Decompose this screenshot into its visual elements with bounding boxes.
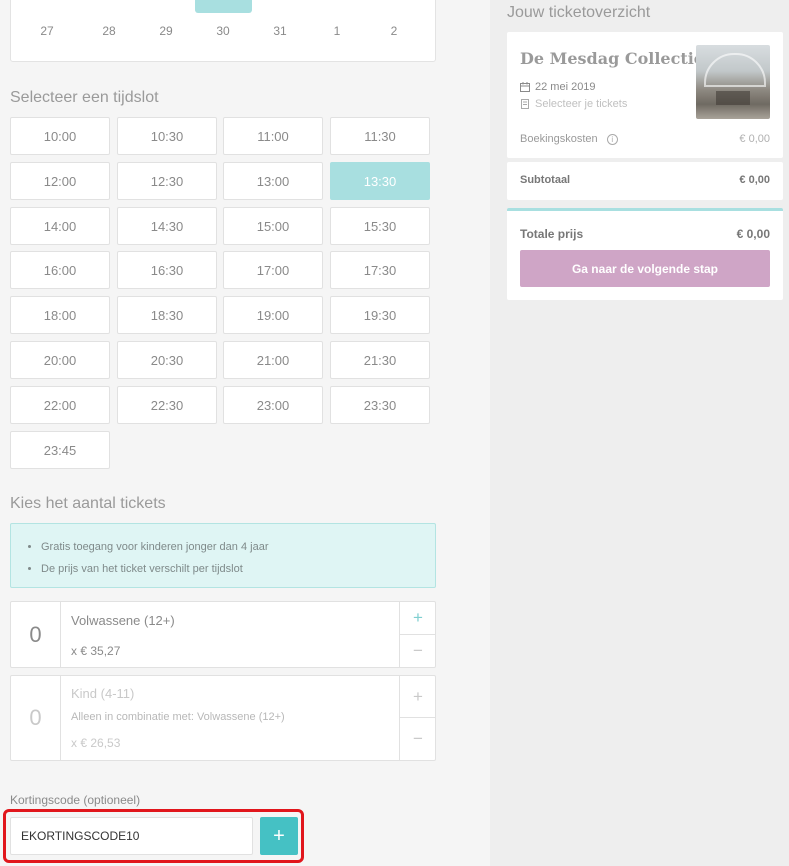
calendar-day[interactable]: 1 <box>317 24 357 38</box>
ticket-row-child: 0 Kind (4-11) Alleen in combinatie met: … <box>10 675 436 761</box>
ticket-name: Volwassene (12+) <box>71 613 175 628</box>
booking-costs-label: Boekingskosten <box>520 133 598 145</box>
calendar-day[interactable]: 29 <box>146 24 186 38</box>
booking-form: 27 28 29 30 31 1 2 Selecteer een tijdslo… <box>0 0 490 866</box>
timeslot-button[interactable]: 11:30 <box>330 117 430 155</box>
timeslot-button[interactable]: 21:30 <box>330 341 430 379</box>
subtotal-label: Subtotaal <box>520 174 571 186</box>
timeslot-button[interactable]: 23:45 <box>10 431 110 469</box>
timeslot-button[interactable]: 12:30 <box>117 162 217 200</box>
timeslot-button[interactable]: 20:30 <box>117 341 217 379</box>
ticket-hint-text: Selecteer je tickets <box>535 98 628 110</box>
timeslot-title: Selecteer een tijdslot <box>10 89 159 106</box>
subtotal-value: € 0,00 <box>739 174 770 186</box>
timeslot-button[interactable]: 23:30 <box>330 386 430 424</box>
discount-code-input[interactable] <box>10 817 253 855</box>
increment-button[interactable]: + <box>400 602 436 635</box>
calendar: 27 28 29 30 31 1 2 <box>10 0 436 62</box>
calendar-selected-day-marker <box>195 0 252 13</box>
increment-button[interactable]: + <box>400 676 436 718</box>
timeslot-button[interactable]: 23:00 <box>223 386 323 424</box>
ticket-count: 0 <box>11 676 61 760</box>
ticket-note: Alleen in combinatie met: Volwassene (12… <box>71 711 285 723</box>
timeslot-button[interactable]: 14:30 <box>117 207 217 245</box>
decrement-button[interactable]: − <box>400 635 436 668</box>
timeslot-button[interactable]: 12:00 <box>10 162 110 200</box>
timeslot-button[interactable]: 18:30 <box>117 296 217 334</box>
total-value: € 0,00 <box>736 227 770 241</box>
total-row: Totale prijs € 0,00 <box>520 227 770 241</box>
ticket-icon <box>521 99 529 109</box>
timeslot-button[interactable]: 22:00 <box>10 386 110 424</box>
timeslot-button[interactable]: 19:00 <box>223 296 323 334</box>
ticket-name: Kind (4-11) <box>71 686 135 701</box>
booking-costs-row: Boekingskosten i € 0,00 <box>520 133 770 145</box>
timeslot-button[interactable]: 17:00 <box>223 251 323 289</box>
timeslot-button[interactable]: 19:30 <box>330 296 430 334</box>
calendar-day[interactable]: 27 <box>27 24 67 38</box>
tickets-title: Kies het aantal tickets <box>10 495 166 512</box>
timeslot-button[interactable]: 10:00 <box>10 117 110 155</box>
timeslot-button[interactable]: 16:00 <box>10 251 110 289</box>
discount-label: Kortingscode (optioneel) <box>10 793 141 807</box>
timeslot-button[interactable]: 14:00 <box>10 207 110 245</box>
info-icon[interactable]: i <box>606 134 618 145</box>
overview-title: Jouw ticketoverzicht <box>507 4 651 21</box>
timeslot-button[interactable]: 21:00 <box>223 341 323 379</box>
calendar-day[interactable]: 28 <box>89 24 129 38</box>
timeslot-button[interactable]: 18:00 <box>10 296 110 334</box>
tickets-info-box: Gratis toegang voor kinderen jonger dan … <box>10 523 436 588</box>
event-title: De Mesdag Collectie <box>520 49 704 68</box>
quantity-stepper: + − <box>399 676 436 760</box>
ticket-count: 0 <box>11 602 61 667</box>
next-step-button[interactable]: Ga naar de volgende stap <box>520 250 770 287</box>
total-label: Totale prijs <box>520 227 584 241</box>
ticket-price: x € 26,53 <box>71 736 121 750</box>
quantity-stepper: + − <box>399 602 436 668</box>
calendar-day[interactable]: 2 <box>374 24 414 38</box>
total-card: Totale prijs € 0,00 Ga naar de volgende … <box>507 208 783 300</box>
timeslot-button[interactable]: 13:00 <box>223 162 323 200</box>
subtotal-row: Subtotaal € 0,00 <box>520 174 770 186</box>
add-discount-button[interactable]: + <box>260 817 298 855</box>
timeslot-button[interactable]: 22:30 <box>117 386 217 424</box>
timeslot-button[interactable]: 13:30 <box>330 162 430 200</box>
event-card: De Mesdag Collectie 22 mei 2019 Selectee… <box>507 32 783 158</box>
info-item: Gratis toegang voor kinderen jonger dan … <box>41 536 425 558</box>
ticket-hint: Selecteer je tickets <box>520 98 627 110</box>
timeslot-button[interactable]: 10:30 <box>117 117 217 155</box>
timeslot-button[interactable]: 16:30 <box>117 251 217 289</box>
event-date: 22 mei 2019 <box>520 81 596 93</box>
event-thumbnail <box>696 45 770 119</box>
subtotal-card: Subtotaal € 0,00 <box>507 162 783 200</box>
event-date-text: 22 mei 2019 <box>535 81 596 93</box>
ticket-price: x € 35,27 <box>71 644 121 658</box>
calendar-day[interactable]: 31 <box>260 24 300 38</box>
booking-costs-value: € 0,00 <box>739 133 770 145</box>
decrement-button[interactable]: − <box>400 718 436 760</box>
timeslot-button[interactable]: 15:00 <box>223 207 323 245</box>
timeslot-button[interactable]: 11:00 <box>223 117 323 155</box>
ticket-row-adult: 0 Volwassene (12+) x € 35,27 + − <box>10 601 436 668</box>
timeslot-button[interactable]: 17:30 <box>330 251 430 289</box>
calendar-day[interactable]: 30 <box>203 24 243 38</box>
info-item: De prijs van het ticket verschilt per ti… <box>41 558 425 580</box>
timeslot-button[interactable]: 20:00 <box>10 341 110 379</box>
calendar-icon <box>520 82 530 92</box>
timeslot-button[interactable]: 15:30 <box>330 207 430 245</box>
